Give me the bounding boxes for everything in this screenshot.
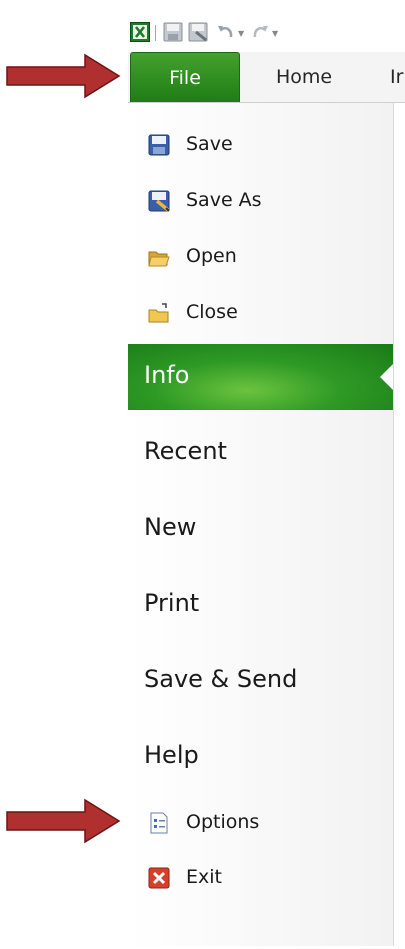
options-icon xyxy=(148,812,170,834)
save-as-icon xyxy=(148,190,170,212)
menu-item-help[interactable]: Help xyxy=(128,724,393,790)
quick-access-toolbar: ▼ ▼ xyxy=(128,20,405,46)
menu-item-label: Help xyxy=(144,741,199,769)
arrow-pointing-options xyxy=(5,798,123,844)
menu-item-save-and-send[interactable]: Save & Send xyxy=(128,648,393,714)
arrow-pointing-file-tab xyxy=(5,53,123,99)
redo-dropdown-icon[interactable]: ▼ xyxy=(272,29,278,38)
selection-notch xyxy=(380,364,393,390)
menu-item-label: Save As xyxy=(186,189,262,211)
save-as-toolbar-icon[interactable] xyxy=(188,22,208,42)
save-icon xyxy=(148,134,170,156)
menu-item-label: Save xyxy=(186,133,233,155)
exit-icon xyxy=(148,867,170,889)
menu-item-save-as[interactable]: Save As xyxy=(128,178,393,224)
close-folder-icon xyxy=(148,302,170,324)
menu-item-label: Exit xyxy=(186,866,222,888)
menu-item-label: Open xyxy=(186,245,237,267)
tab-file[interactable]: File xyxy=(130,52,240,102)
tab-home[interactable]: Home xyxy=(276,52,332,102)
tab-insert[interactable]: Ir xyxy=(390,52,403,102)
toolbar-separator xyxy=(155,25,156,41)
menu-item-new[interactable]: New xyxy=(128,496,393,562)
menu-item-label: Options xyxy=(186,811,260,833)
undo-icon[interactable] xyxy=(216,22,236,42)
redo-icon[interactable] xyxy=(250,22,270,42)
ribbon-tab-row: File Home Ir xyxy=(128,52,405,103)
menu-item-close[interactable]: Close xyxy=(128,290,393,336)
backstage-menu: Save Save As Open Close Info Recent New … xyxy=(128,103,393,946)
excel-logo-icon[interactable] xyxy=(130,22,150,42)
menu-item-info[interactable]: Info xyxy=(128,344,393,410)
menu-item-label: New xyxy=(144,513,197,541)
menu-item-print[interactable]: Print xyxy=(128,572,393,638)
menu-item-label: Recent xyxy=(144,437,227,465)
save-toolbar-icon[interactable] xyxy=(163,22,183,42)
menu-item-options[interactable]: Options xyxy=(128,800,393,846)
undo-dropdown-icon[interactable]: ▼ xyxy=(238,29,244,38)
menu-item-recent[interactable]: Recent xyxy=(128,420,393,486)
menu-item-label: Info xyxy=(144,361,190,389)
open-folder-icon xyxy=(148,246,170,268)
menu-item-label: Close xyxy=(186,301,238,323)
menu-item-exit[interactable]: Exit xyxy=(128,855,393,901)
menu-item-label: Save & Send xyxy=(144,665,298,693)
menu-item-label: Print xyxy=(144,589,200,617)
menu-item-save[interactable]: Save xyxy=(128,122,393,168)
content-area-edge xyxy=(393,103,405,946)
menu-item-open[interactable]: Open xyxy=(128,234,393,280)
